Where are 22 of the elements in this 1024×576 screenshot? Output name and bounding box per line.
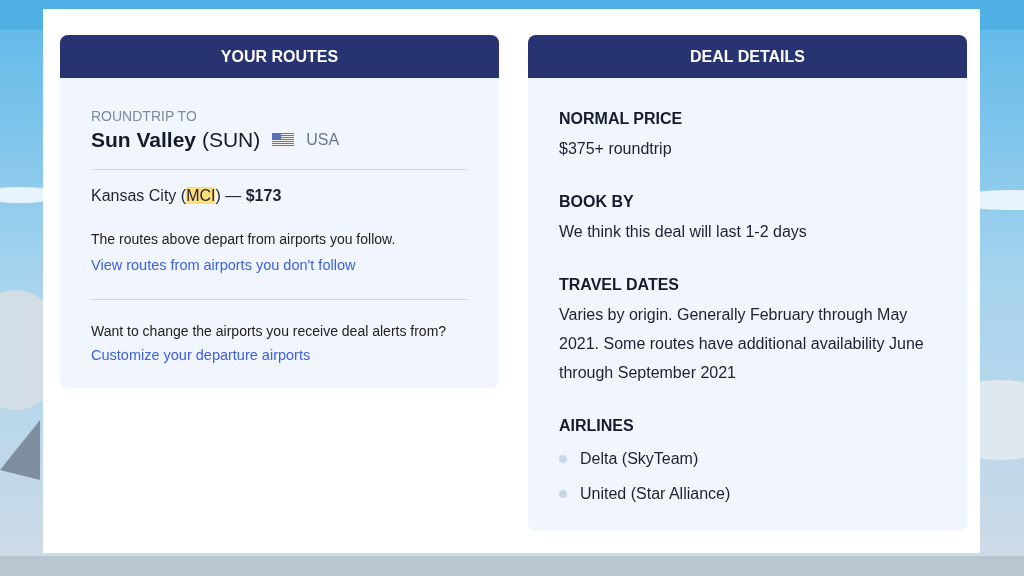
route-price: Kansas City (MCI) — $173 bbox=[91, 187, 283, 205]
view-routes-link[interactable]: View routes from airports you don't follow bbox=[91, 257, 356, 273]
eyebrow-label: ROUNDTRIP TO bbox=[91, 108, 198, 124]
card-header: YOUR ROUTES bbox=[60, 35, 499, 78]
section-heading: TRAVEL DATES bbox=[559, 276, 680, 294]
section-heading: BOOK BY bbox=[559, 193, 635, 211]
section-heading: AIRLINES bbox=[559, 417, 635, 435]
section-text: Varies by origin. Generally February through May 2021. Some routes have additional availability June through September 2021 bbox=[559, 305, 925, 383]
section-heading: NORMAL PRICE bbox=[559, 110, 684, 128]
airline-item: Delta (SkyTeam) bbox=[580, 449, 699, 468]
country-label: USA bbox=[306, 131, 340, 149]
bullet-icon bbox=[559, 454, 567, 463]
section-text: We think this deal will last 1-2 days bbox=[559, 222, 808, 242]
section-text: $375+ roundtrip bbox=[559, 139, 673, 159]
destination-title: Sun Valley (SUN) bbox=[91, 128, 261, 152]
airline-item: United (Star Alliance) bbox=[580, 484, 731, 503]
customize-airports-link[interactable]: Customize your departure airports bbox=[91, 347, 311, 363]
flag-icon bbox=[272, 133, 295, 147]
routes-note: The routes above depart from airports you follow. bbox=[91, 230, 397, 249]
change-airports-text: Want to change the airports you receive deal alerts from? bbox=[91, 322, 448, 341]
card-header: DEAL DETAILS bbox=[528, 35, 967, 78]
bullet-icon bbox=[559, 489, 567, 498]
